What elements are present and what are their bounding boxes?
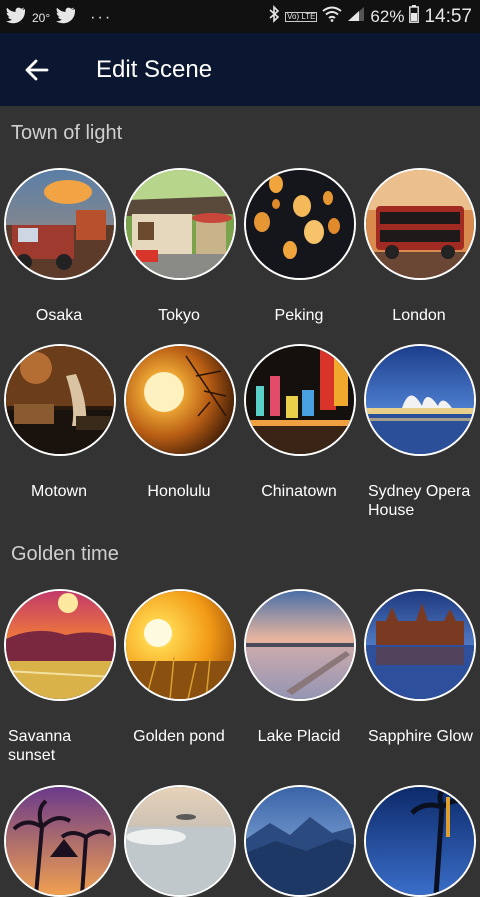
scene-tile-palm-night[interactable] — [364, 785, 476, 897]
arrow-left-icon — [25, 59, 49, 81]
temperature-text: 20° — [32, 11, 51, 25]
scene-thumbnail-golden-pond — [124, 589, 236, 701]
scene-tile-osaka[interactable]: Osaka — [4, 168, 116, 325]
scene-label: Osaka — [35, 307, 83, 324]
scene-thumbnail-osaka — [4, 168, 116, 280]
scene-tile-misty-sea[interactable] — [124, 785, 236, 897]
scene-tile-honolulu[interactable]: Honolulu — [124, 344, 236, 501]
scene-thumbnail-savanna-sunset — [4, 589, 116, 701]
scene-thumbnail-chinatown — [244, 344, 356, 456]
scene-label: Golden pond — [133, 728, 225, 745]
clock-time: 14:57 — [424, 5, 472, 27]
scene-tile-chinatown[interactable]: Chinatown — [244, 344, 356, 501]
more-notifications-icon: ··· — [90, 9, 113, 26]
scene-thumbnail-tokyo — [124, 168, 236, 280]
volte-icon: Vo) LTE — [285, 11, 318, 22]
scene-thumbnail-sydney-opera-house — [364, 344, 476, 456]
scene-thumbnail-misty-sea — [124, 785, 236, 897]
scene-thumbnail-blue-mountains — [244, 785, 356, 897]
page-title: Edit Scene — [96, 56, 213, 83]
scene-label: Savanna sunset — [8, 728, 72, 764]
scene-tile-motown[interactable]: Motown — [4, 344, 116, 501]
battery-percentage: 62% — [370, 6, 405, 26]
scene-tile-peking[interactable]: Peking — [244, 168, 356, 325]
scene-thumbnail-lake-placid — [244, 589, 356, 701]
scene-tile-sapphire-glow[interactable]: Sapphire Glow — [364, 589, 476, 746]
scene-thumbnail-sapphire-glow — [364, 589, 476, 701]
back-button[interactable] — [20, 53, 54, 87]
scene-tile-tropical-palms[interactable] — [4, 785, 116, 897]
scene-label: Chinatown — [261, 483, 337, 500]
signal-icon — [347, 6, 365, 27]
scene-label: Honolulu — [147, 483, 211, 500]
scene-thumbnail-peking — [244, 168, 356, 280]
scene-label: Tokyo — [158, 307, 200, 324]
scene-thumbnail-motown — [4, 344, 116, 456]
battery-icon — [409, 5, 420, 28]
app-bar: Edit Scene — [0, 33, 480, 106]
scene-tile-golden-pond[interactable]: Golden pond — [124, 589, 236, 746]
bluetooth-icon — [268, 5, 280, 28]
scene-thumbnail-london — [364, 168, 476, 280]
scene-tile-lake-placid[interactable]: Lake Placid — [244, 589, 356, 746]
scene-label: Sydney Opera House — [368, 483, 471, 519]
scene-tile-london[interactable]: London — [364, 168, 476, 325]
scene-label: London — [392, 307, 446, 324]
twitter-icon — [6, 7, 26, 29]
wifi-icon — [322, 6, 343, 27]
section-header-town-of-light: Town of light — [11, 122, 123, 144]
scene-tile-blue-mountains[interactable] — [244, 785, 356, 897]
section-header-golden-time: Golden time — [11, 543, 119, 565]
scene-label: Motown — [30, 483, 88, 500]
scene-tile-sydney-opera-house[interactable]: Sydney Opera House — [364, 344, 476, 520]
scene-list[interactable]: Town of light Osaka Tokyo Peking London … — [0, 106, 480, 897]
scene-tile-savanna-sunset[interactable]: Savanna sunset — [4, 589, 116, 765]
scene-label: Sapphire Glow — [368, 728, 473, 745]
scene-thumbnail-honolulu — [124, 344, 236, 456]
scene-label: Peking — [274, 307, 324, 324]
twitter-icon — [56, 7, 76, 29]
scene-thumbnail-tropical-palms — [4, 785, 116, 897]
scene-tile-tokyo[interactable]: Tokyo — [124, 168, 236, 325]
scene-thumbnail-palm-night — [364, 785, 476, 897]
status-bar: 20° ··· Vo) LTE 62% 14:57 — [0, 0, 480, 33]
scene-label: Lake Placid — [257, 728, 341, 745]
